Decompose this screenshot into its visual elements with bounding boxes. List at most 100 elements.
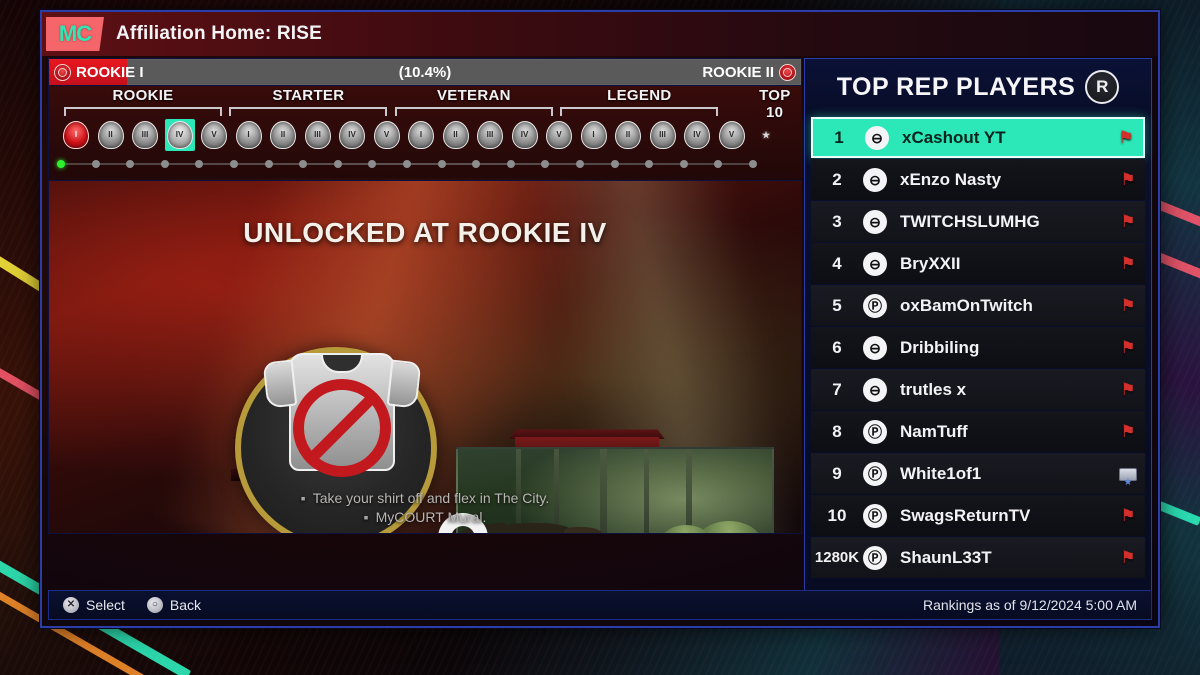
progress-dot-3 (126, 160, 135, 168)
rank-badge-2[interactable]: II (96, 119, 126, 151)
rank-badge-14[interactable]: IV (510, 119, 540, 151)
rank-badge-9[interactable]: IV (337, 119, 367, 151)
rank-shield-icon: II (97, 121, 124, 149)
red-flag-icon: ⚑ (1111, 170, 1145, 190)
red-flag-glyph: ⚑ (1120, 211, 1136, 231)
mycareer-logo-icon: MC (46, 17, 104, 51)
rank-badge-17[interactable]: II (613, 119, 643, 151)
table-row[interactable]: 7 ⊖ trutles x ⚑ (811, 369, 1145, 410)
rank-progress-percent: (10.4%) (398, 63, 452, 81)
progress-dot-15 (541, 160, 550, 168)
select-button[interactable]: ✕ Select (63, 597, 125, 613)
progress-dot-9 (333, 160, 342, 168)
top10-star-icon: ★ (761, 129, 771, 140)
rank-badge-row[interactable]: I II III IV V I II III IV V I II III IV V I II III IV V ★ (49, 119, 801, 155)
red-flag-glyph: ⚑ (1120, 295, 1136, 315)
rank-badge-18[interactable]: III (648, 119, 678, 151)
rank-badge-13[interactable]: III (475, 119, 505, 151)
table-row[interactable]: 5 ⓅoxBamOnTwitch ⚑ (811, 285, 1145, 326)
rank-badge-12[interactable]: II (441, 119, 471, 151)
red-flag-glyph: ⚑ (1120, 547, 1136, 567)
rank-badge-5[interactable]: V (199, 119, 229, 151)
progress-dot-5 (195, 160, 204, 168)
reward-line-1: Take your shirt off and flex in The City… (49, 489, 801, 508)
red-flag-glyph: ⚑ (1120, 253, 1136, 273)
table-row[interactable]: 3 ⊖ TWITCHSLUMHG ⚑ (811, 201, 1145, 242)
rank-badge-20[interactable]: V (717, 119, 747, 151)
rank-badge-10[interactable]: V (372, 119, 402, 151)
player-name: oxBamOnTwitch (900, 295, 1033, 315)
tier-labels: ROOKIE STARTER VETERAN LEGEND TOP 10 (49, 86, 801, 121)
rank-progress-bar: ROOKIE I (10.4%) ROOKIE II (48, 58, 802, 86)
rank-badge-21[interactable]: ★ (751, 119, 781, 151)
table-row[interactable]: 6 ⊖ Dribbiling ⚑ (811, 327, 1145, 368)
red-flag-glyph: ⚑ (1120, 379, 1136, 399)
table-row[interactable]: 9 Ⓟ White1of1 (811, 453, 1145, 494)
shirt-sleeve-left (262, 359, 298, 409)
tier-track: ROOKIE STARTER VETERAN LEGEND TOP 10 I II III I… (48, 86, 802, 178)
rank-badge-4[interactable]: IV (164, 119, 195, 151)
tier-bracket (64, 107, 222, 116)
rank-badge-3[interactable]: III (130, 119, 160, 151)
red-flag-icon: ⚑ (1111, 380, 1145, 400)
rank-badge-16[interactable]: I (579, 119, 609, 151)
top-rep-players-panel: TOP REP PLAYERS R 1 ⊖ xCashout YT ⚑ 2 ⊖ xEnzo … (804, 58, 1152, 598)
reward-line-2: MyCOURT Mural. (49, 508, 801, 527)
game-screen: MC Affiliation Home: RISE ROOKIE I (10.4… (0, 0, 1200, 675)
next-rank-label: ROOKIE II (702, 63, 774, 81)
red-flag-icon: ⚑ (1111, 212, 1145, 232)
red-flag-glyph: ⚑ (1120, 337, 1136, 357)
rank-badge-6[interactable]: I (234, 119, 264, 151)
player-rank: 3 (832, 211, 842, 231)
player-rank: 7 (832, 379, 842, 399)
rank-badge-19[interactable]: IV (682, 119, 712, 151)
reward-showcase: UNLOCKED AT ROOKIE IV ▪ Take your shirt … (48, 180, 802, 534)
progress-dot-11 (403, 160, 411, 168)
red-flag-icon: ⚑ (1111, 548, 1145, 568)
playstation-icon: Ⓟ (863, 419, 887, 444)
player-name: BryXXII (900, 253, 961, 273)
rank-badge-15[interactable]: V (544, 119, 574, 151)
rank-shield-icon: I (580, 121, 607, 149)
player-name: TWITCHSLUMHG (900, 211, 1040, 231)
table-row[interactable]: 10 Ⓟ SwagsReturnTV ⚑ (811, 495, 1145, 536)
player-rank: 4 (832, 253, 842, 273)
player-rank: 1280K (814, 549, 860, 566)
table-row[interactable]: 1 ⊖ xCashout YT ⚑ (811, 117, 1145, 158)
progress-dot-18 (645, 160, 654, 168)
rank-badge-8[interactable]: III (303, 119, 333, 151)
table-row[interactable]: 8 Ⓟ NamTuff ⚑ (811, 411, 1145, 452)
rank-shield-icon: II (442, 121, 469, 149)
table-row[interactable]: 2 ⊖ xEnzo Nasty ⚑ (811, 159, 1145, 200)
rank-badge-1[interactable]: I (61, 119, 91, 151)
progress-dot-2 (91, 160, 100, 168)
top-rep-list[interactable]: 1 ⊖ xCashout YT ⚑ 2 ⊖ xEnzo Nasty ⚑ 3 ⊖ TWITCHSLUM… (805, 115, 1151, 578)
rank-badge-11[interactable]: I (406, 119, 436, 151)
tier-bracket (394, 107, 553, 116)
progress-dot-21 (749, 160, 757, 168)
player-rank: 5 (832, 295, 842, 315)
rank-badge-7[interactable]: II (268, 119, 298, 151)
rank-shield-icon: III (132, 121, 158, 149)
rank-shield-icon: V (373, 121, 400, 149)
tier-label-rookie: ROOKIE (112, 87, 174, 104)
player-name: SwagsReturnTV (900, 505, 1031, 525)
cross-button-icon: ✕ (63, 597, 79, 613)
red-flag-glyph: ⚑ (1120, 169, 1136, 189)
progress-dot-6 (230, 160, 238, 168)
red-flag-icon: ⚑ (1111, 296, 1145, 316)
reward-caption-list: Take your shirt off and flex in The City… (49, 489, 801, 527)
back-button[interactable]: ○ Back (146, 597, 201, 613)
progress-dot-12 (437, 160, 446, 168)
player-name: ShaunL33T (900, 547, 992, 567)
rank-shield-icon: IV (511, 121, 538, 149)
rank-shield-icon: II (615, 121, 641, 149)
rank-shield-icon: V (201, 121, 227, 149)
rank-shield-icon: I (63, 121, 89, 149)
page-title: Affiliation Home: RISE (116, 23, 323, 44)
rank-shield-icon: V (546, 121, 572, 149)
xbox-icon: ⊖ (863, 377, 887, 402)
table-row[interactable]: 4 ⊖ BryXXII ⚑ (811, 243, 1145, 284)
rankings-timestamp: Rankings as of 9/12/2024 5:00 AM (922, 597, 1137, 613)
table-row[interactable]: 1280K Ⓟ ShaunL33T ⚑ (811, 537, 1145, 578)
